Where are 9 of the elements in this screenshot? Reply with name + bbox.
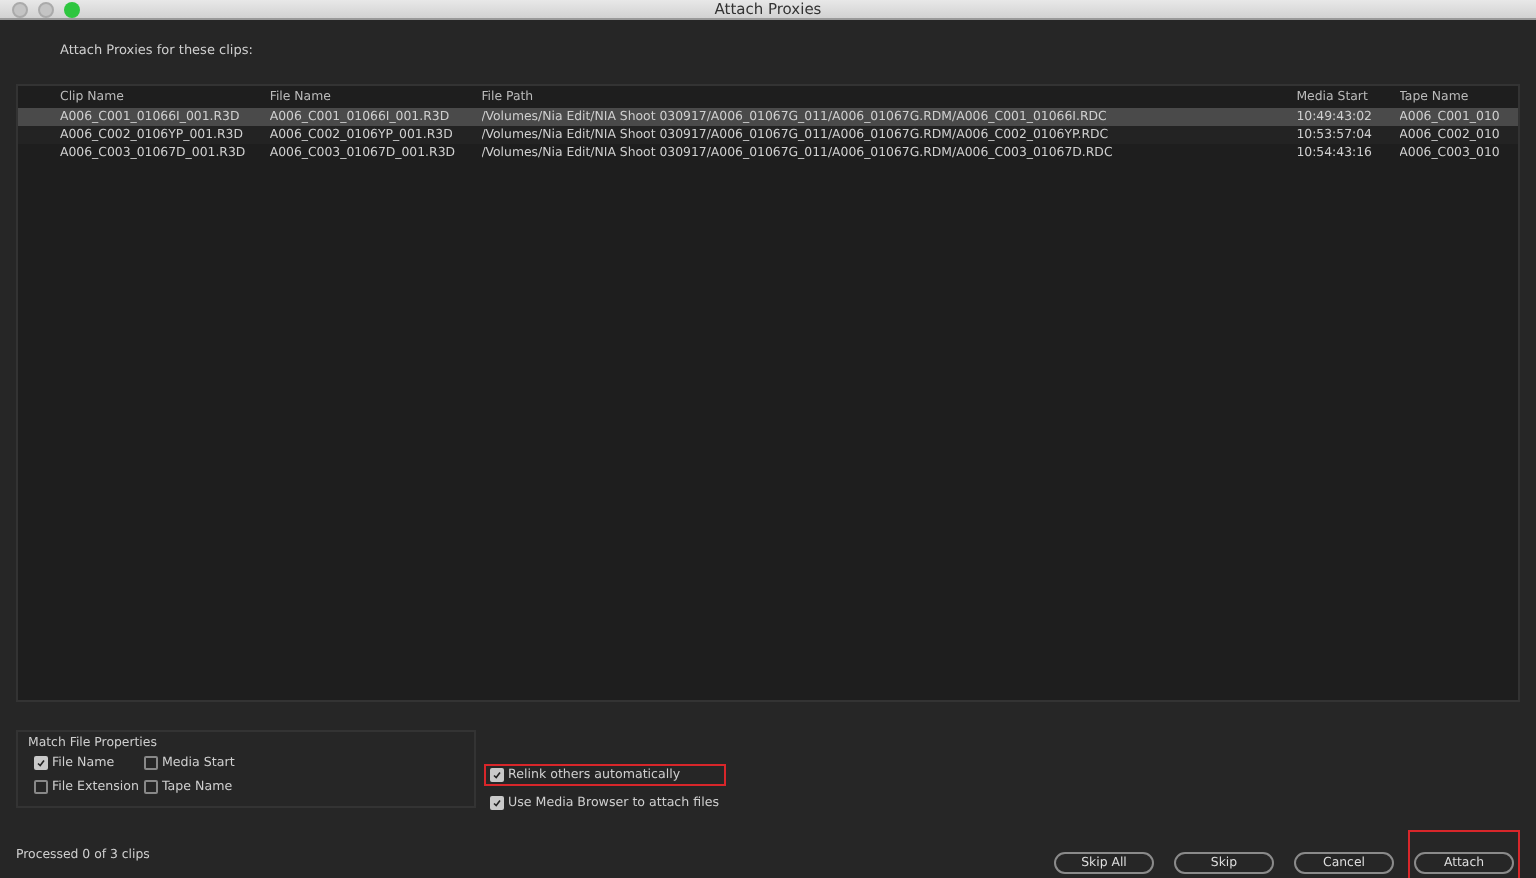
check-icon — [36, 758, 46, 768]
check-icon — [492, 798, 502, 808]
checkbox[interactable] — [490, 796, 504, 810]
checkbox[interactable] — [34, 780, 48, 794]
checkbox[interactable] — [144, 756, 158, 770]
checkbox[interactable] — [34, 756, 48, 770]
check-icon — [492, 770, 502, 780]
checkbox[interactable] — [490, 768, 504, 782]
checkbox[interactable] — [144, 780, 158, 794]
